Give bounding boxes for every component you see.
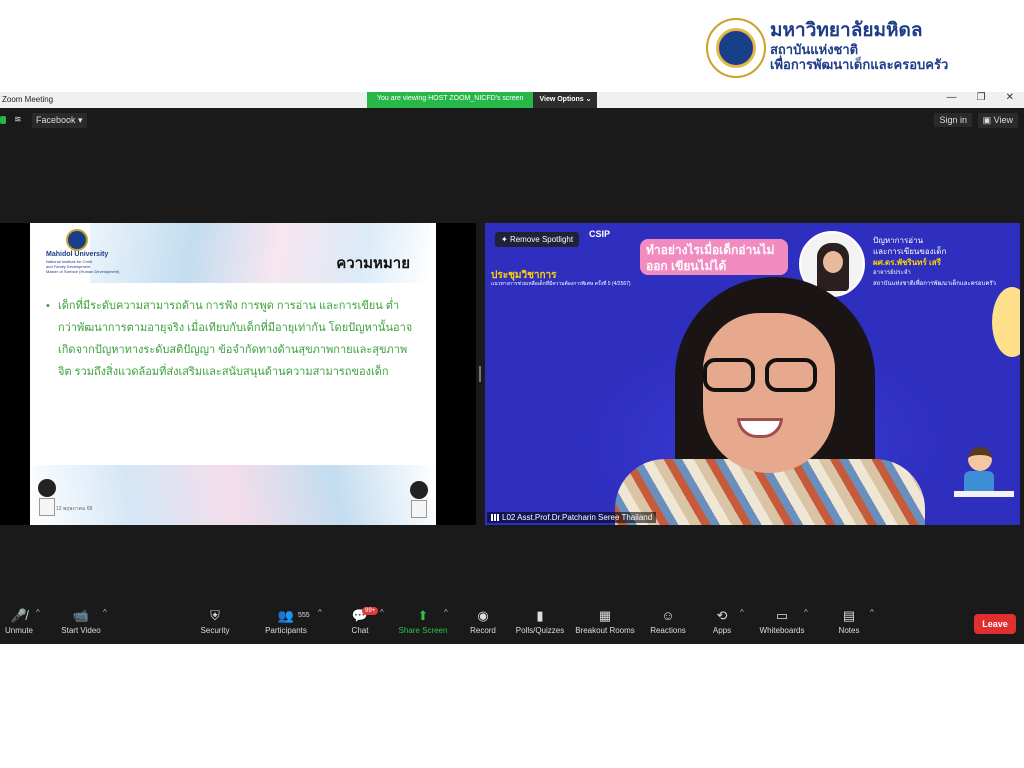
participant-name-tag: L02 Asst.Prof.Dr.Patcharin Seree Thailan… — [487, 512, 657, 523]
slide-title: ความหมาย — [336, 255, 410, 272]
notes-button[interactable]: ▤ Notes — [836, 606, 862, 644]
polls-button[interactable]: ▮ Polls/Quizzes — [514, 606, 566, 644]
speaker-role: อาจารย์ประจำ — [873, 270, 911, 276]
audio-options-caret[interactable]: ^ — [36, 608, 40, 617]
whiteboards-button[interactable]: ▭ Whiteboards — [756, 606, 808, 644]
zoom-window: Zoom Meeting You are viewing HOST ZOOM_N… — [0, 92, 1024, 644]
mascot-right-icon — [408, 481, 430, 518]
participants-count: 555 — [298, 612, 310, 619]
whiteboard-icon: ▭ — [775, 608, 789, 623]
camera-off-icon: 📹 — [72, 608, 90, 623]
shared-slide: Mahidol University National Institute fo… — [30, 223, 436, 525]
video-options-caret[interactable]: ^ — [103, 608, 107, 617]
child-at-desk-illustration — [954, 447, 1014, 517]
restore-icon[interactable]: ❐ — [977, 92, 986, 103]
record-button[interactable]: ◉ Record — [466, 606, 500, 644]
remove-spotlight-button[interactable]: ✦ Remove Spotlight — [495, 232, 580, 247]
start-video-button[interactable]: 📹 Start Video — [58, 606, 104, 644]
signal-bars-icon — [491, 514, 499, 522]
meeting-topbar: ≋ Facebook ▾ Sign in ▣ View — [0, 108, 1024, 134]
bar-chart-icon: ▮ — [536, 608, 544, 623]
headline-banner: ทำอย่างไรเมื่อเด็กอ่านไม่ออก เขียนไม่ได้ — [640, 239, 788, 275]
minimize-icon[interactable]: — — [947, 92, 957, 103]
grid-icon: ▦ — [598, 608, 612, 623]
share-screen-button[interactable]: ⬆ Share Screen — [396, 606, 450, 644]
close-icon[interactable]: ✕ — [1006, 92, 1014, 103]
slide-university-name: Mahidol University — [46, 251, 109, 258]
meeting-toolbar: 🎤̸ Unmute ^ 📹 Start Video ^ ⛨ Security 👥 Par… — [0, 606, 1024, 644]
facebook-live-dropdown[interactable]: Facebook ▾ — [32, 113, 87, 128]
window-titlebar: Zoom Meeting You are viewing HOST ZOOM_N… — [0, 92, 1024, 108]
notes-icon: ▤ — [842, 608, 856, 623]
slide-body-text: เด็กที่มีระดับความสามารถด้าน การฟัง การพ… — [58, 300, 413, 378]
institute-branding: มหาวิทยาลัยมหิดล สถาบันแห่งชาติ เพื่อการ… — [706, 18, 1006, 82]
university-name: มหาวิทยาลัยมหิดล — [770, 20, 923, 41]
host-screen-banner: You are viewing HOST ZOOM_NICFD's screen… — [367, 92, 598, 108]
apps-caret[interactable]: ^ — [740, 608, 744, 617]
mic-muted-icon: 🎤̸ — [10, 608, 28, 623]
window-title: Zoom Meeting — [2, 95, 54, 104]
view-options-button[interactable]: View Options ⌄ — [533, 92, 598, 108]
whiteboards-caret[interactable]: ^ — [804, 608, 808, 617]
slide-body: • เด็กที่มีระดับความสามารถด้าน การฟัง กา… — [46, 295, 418, 383]
panel-splitter[interactable] — [479, 366, 481, 382]
record-icon: ◉ — [477, 608, 489, 623]
apps-button[interactable]: ⟲ Apps — [708, 606, 736, 644]
glasses-icon — [699, 358, 825, 396]
encryption-shield-icon[interactable] — [0, 116, 6, 124]
share-screen-icon: ⬆ — [417, 608, 429, 623]
share-caret[interactable]: ^ — [444, 608, 448, 617]
institute-line-1: สถาบันแห่งชาติ — [770, 42, 859, 57]
reactions-button[interactable]: ☺ Reactions — [648, 606, 688, 644]
speaker-org: สถาบันแห่งชาติเพื่อการพัฒนาเด็กและครอบคร… — [873, 281, 996, 287]
chat-unread-badge: 99+ — [362, 607, 379, 615]
view-button[interactable]: ▣ View — [977, 113, 1018, 128]
speaker-name: ผศ.ดร.พัชรินทร์ เสรี — [873, 258, 941, 267]
speaker-video: ประชุมวิชาการ แนวทางการช่วยเหลือเด็กที่ม… — [485, 223, 1020, 525]
smiley-icon: ☺ — [661, 608, 675, 623]
topic-line-1: ปัญหาการอ่าน — [873, 236, 924, 245]
slide-bullet: • — [46, 300, 50, 312]
apps-icon: ⟲ — [716, 608, 728, 623]
chat-caret[interactable]: ^ — [380, 608, 384, 617]
mahidol-logo-icon — [66, 229, 88, 251]
unmute-button[interactable]: 🎤̸ Unmute — [2, 606, 36, 644]
breakout-rooms-button[interactable]: ▦ Breakout Rooms — [574, 606, 636, 644]
institute-line-2: เพื่อการพัฒนาเด็กและครอบครัว — [770, 57, 949, 72]
notes-caret[interactable]: ^ — [870, 608, 874, 617]
csip-label: CSIP — [589, 229, 611, 239]
mascot-left-icon — [36, 479, 58, 516]
security-button[interactable]: ⛨ Security — [196, 606, 234, 644]
sign-in-button[interactable]: Sign in — [934, 113, 972, 127]
university-seal-icon — [706, 18, 766, 78]
leave-button[interactable]: Leave — [974, 614, 1016, 634]
slide-program: Master of Science (Human Development) — [46, 269, 120, 274]
participants-caret[interactable]: ^ — [318, 608, 322, 617]
topic-line-2: และการเขียนของเด็ก — [873, 247, 947, 256]
live-stream-icon[interactable]: ≋ — [14, 114, 22, 125]
slide-footer: 12 พฤษภาคม 68 — [56, 506, 93, 512]
conference-subtitle: แนวทางการช่วยเหลือเด็กที่มีความต้องการพิ… — [491, 281, 631, 287]
shield-icon: ⛨ — [210, 608, 220, 623]
viewing-host-text: You are viewing HOST ZOOM_NICFD's screen — [367, 92, 534, 108]
